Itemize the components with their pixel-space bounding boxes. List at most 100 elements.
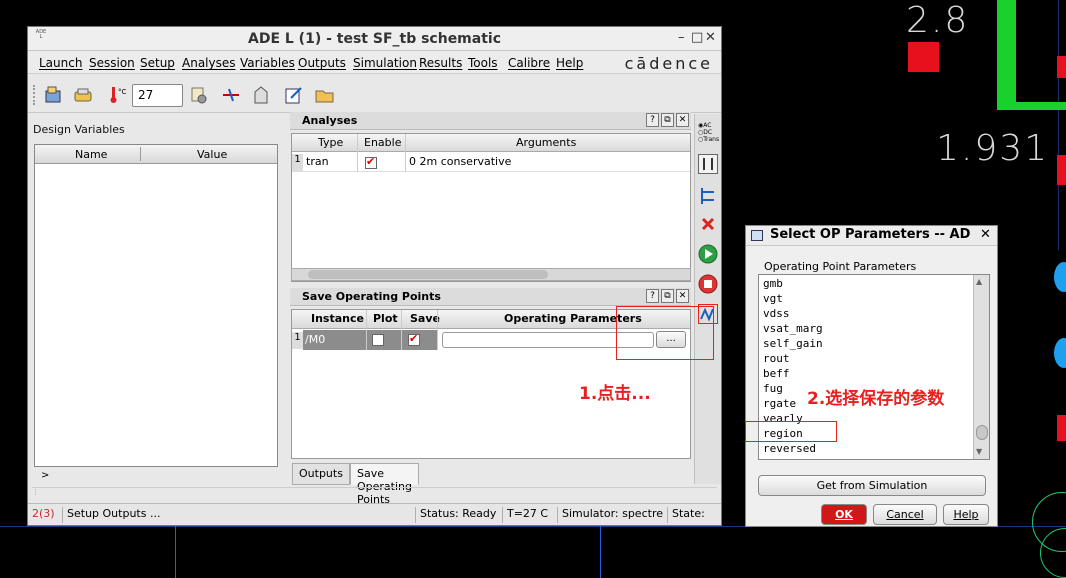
dialog-close-button[interactable]: ✕ [980, 227, 991, 242]
temperature-icon: °C [108, 84, 130, 106]
get-from-simulation-button[interactable]: Get from Simulation [758, 475, 986, 496]
edit-icon[interactable] [283, 84, 305, 106]
column-header-save[interactable]: Save [410, 312, 440, 325]
list-item[interactable]: gmb [763, 277, 783, 290]
analysis-arguments: 0 2m conservative [409, 155, 512, 168]
menu-results[interactable]: Results [419, 56, 462, 70]
annotation-step-2: 2.选择保存的参数 [807, 389, 945, 409]
choose-simulator-icon[interactable] [220, 84, 242, 106]
column-divider [437, 310, 438, 350]
schematic-value-label: 1.931 [936, 128, 1050, 169]
panel-close-button[interactable]: ✕ [676, 113, 689, 127]
column-header-value[interactable]: Value [197, 148, 227, 161]
schematic-value-label: 2.8 [906, 0, 970, 41]
run-simulation-icon[interactable] [698, 244, 718, 264]
network-icon[interactable] [698, 186, 718, 206]
toolbar-grip[interactable] [33, 85, 39, 105]
list-item[interactable]: rout [763, 352, 790, 365]
panel-close-button[interactable]: ✕ [676, 289, 689, 303]
column-header-type[interactable]: Type [318, 136, 343, 149]
column-header-name[interactable]: Name [75, 148, 107, 161]
close-button[interactable]: ✕ [705, 30, 716, 45]
resize-handle[interactable]: ⋮ [32, 487, 717, 497]
status-temperature: T=27 C [502, 507, 548, 523]
panel-float-button[interactable]: ⧉ [661, 289, 674, 303]
load-state-icon[interactable] [42, 84, 64, 106]
menu-simulation[interactable]: Simulation [353, 56, 417, 70]
list-item[interactable]: reversed [763, 442, 816, 455]
cancel-button[interactable]: Cancel [873, 504, 937, 525]
analyses-scrollbar[interactable] [291, 268, 691, 281]
column-divider [366, 310, 367, 350]
open-folder-icon[interactable] [314, 84, 336, 106]
tab-outputs[interactable]: Outputs [292, 463, 350, 485]
op-list-label: Operating Point Parameters [764, 260, 917, 273]
column-header-enable[interactable]: Enable [364, 136, 401, 149]
list-item[interactable]: beff [763, 367, 790, 380]
list-item[interactable]: self_gain [763, 337, 823, 350]
schematic-node [1054, 338, 1066, 368]
design-variables-table[interactable]: Name Value [34, 144, 278, 467]
menu-launch[interactable]: Launch [39, 56, 82, 70]
stop-simulation-icon[interactable] [698, 274, 718, 294]
schematic-pin [1057, 155, 1066, 185]
list-item[interactable]: fug [763, 382, 783, 395]
minimize-button[interactable]: – [678, 30, 685, 45]
scroll-down-icon[interactable]: ▼ [976, 447, 982, 456]
window-title: ADE L (1) - test SF_tb schematic [247, 31, 502, 47]
status-simulator: Simulator: spectre [557, 507, 663, 523]
list-item[interactable]: vsat_marg [763, 322, 823, 335]
panel-help-button[interactable]: ? [646, 113, 659, 127]
list-item[interactable]: vdss [763, 307, 790, 320]
annotation-step-1: 1.点击... [579, 384, 651, 404]
column-header-instance[interactable]: Instance [311, 312, 364, 325]
annotation-box-browse [616, 306, 714, 360]
column-header-plot[interactable]: Plot [373, 312, 398, 325]
save-checkbox[interactable] [408, 332, 420, 346]
analysis-type: tran [306, 155, 329, 168]
menu-calibre[interactable]: Calibre [508, 56, 550, 70]
list-item[interactable]: vgt [763, 292, 783, 305]
list-item[interactable]: rgate [763, 397, 796, 410]
analyses-panel-header: Analyses ? ⧉ ✕ [290, 112, 691, 130]
menu-help[interactable]: Help [556, 56, 583, 70]
save-op-panel-header: Save Operating Points ? ⧉ ✕ [290, 288, 691, 306]
menu-session[interactable]: Session [89, 56, 135, 70]
dialog-title-bar[interactable]: Select OP Parameters -- AD ✕ [746, 226, 997, 246]
temperature-input[interactable]: 27 [132, 84, 183, 107]
title-bar[interactable]: ADE L ADE L (1) - test SF_tb schematic –… [28, 27, 721, 51]
analysis-type-selector[interactable]: ◉AC ○DC ○Trans [698, 122, 719, 143]
maximize-button[interactable]: □ [691, 30, 703, 45]
list-scrollbar[interactable]: ▲ ▼ [973, 275, 989, 459]
netlist-icon[interactable] [250, 84, 272, 106]
tab-save-operating-points[interactable]: Save Operating Points [350, 463, 419, 506]
svg-text:°C: °C [118, 88, 127, 96]
scroll-up-icon[interactable]: ▲ [976, 277, 982, 286]
wire [175, 526, 176, 578]
analyses-table[interactable]: Type Enable Arguments 1 tran 0 2m conser… [291, 133, 691, 282]
menu-outputs[interactable]: Outputs [298, 56, 346, 70]
menu-tools[interactable]: Tools [468, 56, 498, 70]
plot-checkbox[interactable] [372, 334, 384, 346]
delete-icon[interactable] [698, 214, 718, 234]
table-row[interactable]: 1 tran 0 2m conservative [292, 153, 690, 172]
save-state-icon[interactable] [72, 84, 94, 106]
netlist-run-icon[interactable] [698, 154, 718, 174]
menu-analyses[interactable]: Analyses [182, 56, 236, 70]
panel-float-button[interactable]: ⧉ [661, 113, 674, 127]
column-header-arguments[interactable]: Arguments [516, 136, 576, 149]
schematic-pin [908, 42, 939, 72]
ok-button[interactable]: OK [821, 504, 867, 525]
scroll-thumb[interactable] [308, 270, 548, 279]
schematic-node [1054, 262, 1066, 292]
enable-checkbox[interactable] [365, 155, 377, 169]
help-button[interactable]: Help [943, 504, 989, 525]
schematic-pin [1057, 415, 1066, 441]
setup-model-icon[interactable] [188, 84, 210, 106]
menu-setup[interactable]: Setup [140, 56, 175, 70]
menu-variables[interactable]: Variables [240, 56, 295, 70]
panel-help-button[interactable]: ? [646, 289, 659, 303]
column-divider [405, 134, 406, 172]
expand-gutter[interactable]: > [41, 470, 49, 481]
scroll-thumb[interactable] [976, 425, 988, 440]
